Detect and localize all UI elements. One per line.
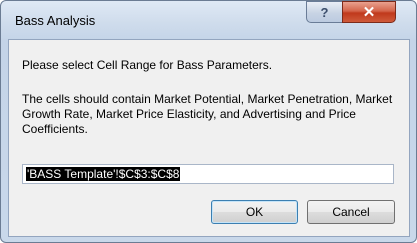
cancel-button[interactable]: Cancel xyxy=(307,200,395,224)
ok-button[interactable]: OK xyxy=(211,200,298,224)
close-button[interactable]: ✕ xyxy=(342,1,396,23)
prompt-text: Please select Cell Range for Bass Parame… xyxy=(22,58,273,72)
cell-range-input[interactable]: 'BASS Template'!$C$3:$C$8 xyxy=(22,164,394,184)
dialog-body: Please select Cell Range for Bass Parame… xyxy=(8,39,410,237)
cell-range-value: 'BASS Template'!$C$3:$C$8 xyxy=(26,167,181,181)
help-button[interactable]: ? xyxy=(306,1,343,23)
description-text: The cells should contain Market Potentia… xyxy=(22,92,393,136)
window-title: Bass Analysis xyxy=(15,13,96,28)
help-icon: ? xyxy=(320,4,329,20)
dialog-window: Bass Analysis ? ✕ Please select Cell Ran… xyxy=(0,0,417,243)
title-bar[interactable]: Bass Analysis ? ✕ xyxy=(1,1,416,39)
close-icon: ✕ xyxy=(362,4,376,21)
